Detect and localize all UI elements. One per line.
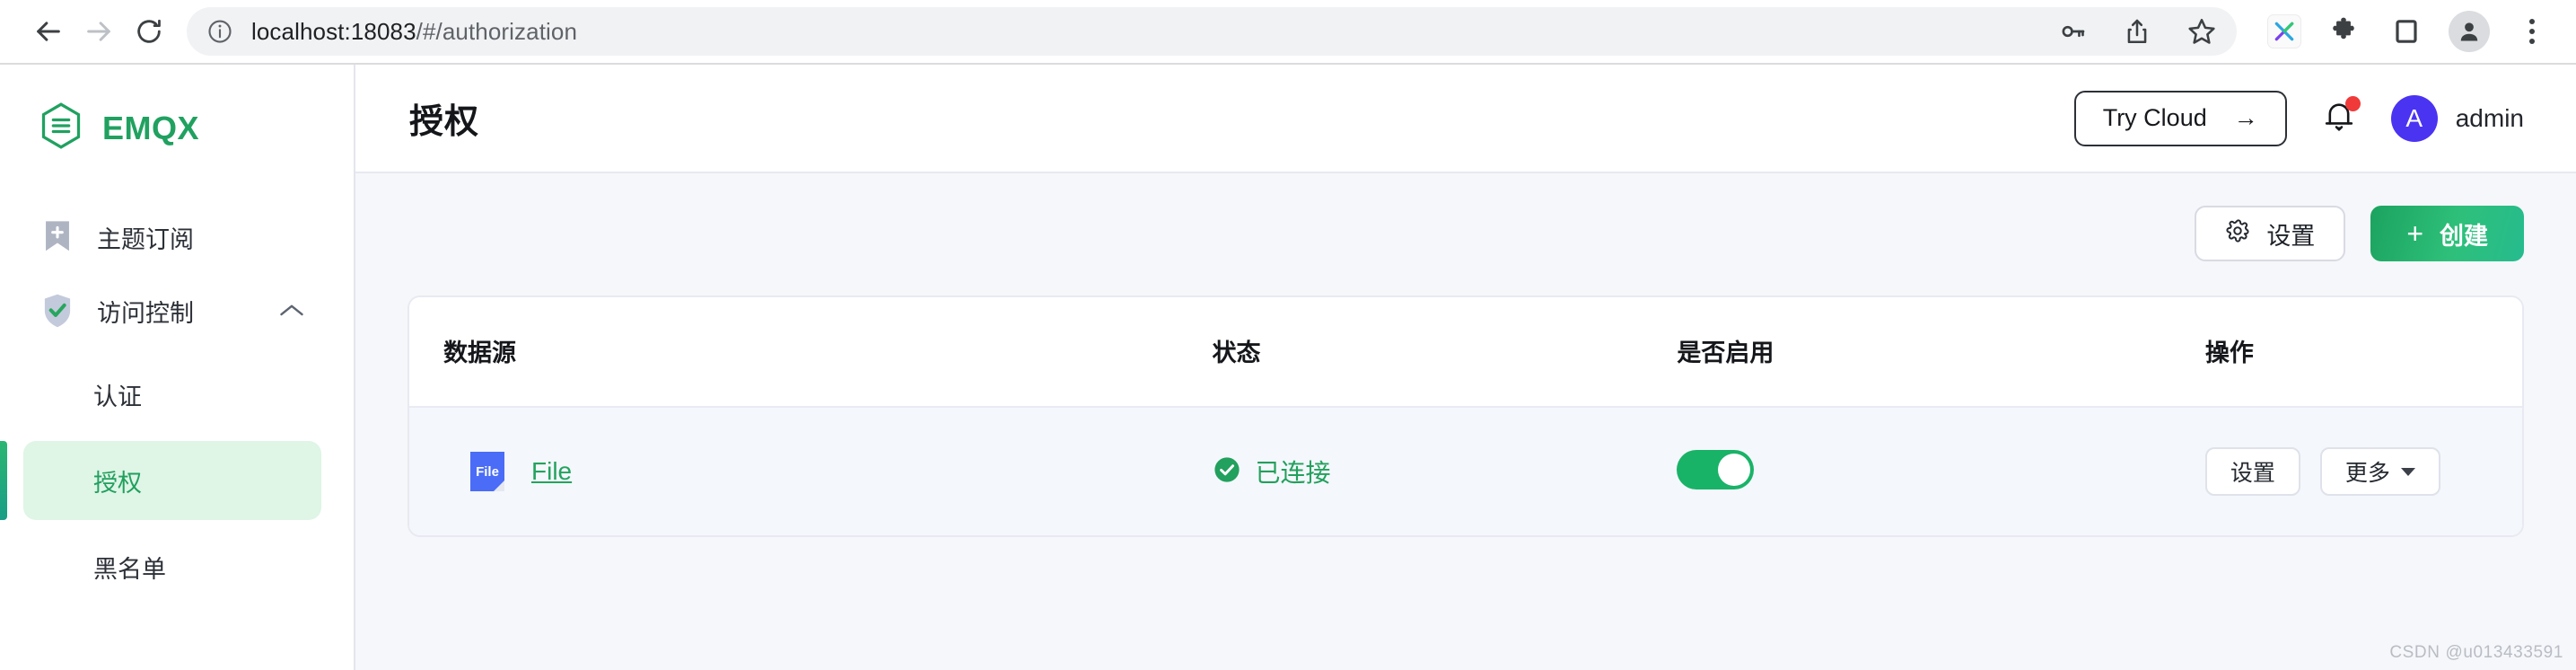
side-panel-icon[interactable]: [2386, 11, 2427, 52]
browser-extension-toolbar: [2267, 11, 2553, 52]
cell-enabled: [1677, 407, 2205, 535]
cell-datasource: File File: [409, 407, 1213, 535]
sidebar-item-topic-subscribe[interactable]: 主题订阅: [0, 200, 354, 274]
url-path: /#/authorization: [416, 17, 578, 45]
sidebar-item-label: 访问控制: [97, 299, 194, 327]
column-header-datasource: 数据源: [409, 297, 1213, 408]
row-settings-label: 设置: [2230, 461, 2275, 486]
url-text: localhost:18083/#/authorization: [251, 18, 2039, 46]
app-shell: EMQX 主题订阅 访问控制 认证 授权 黑名单 授权 Try Cloud → …: [0, 65, 2576, 670]
three-dot-menu-icon[interactable]: [2511, 11, 2553, 52]
plus-icon: +: [2406, 216, 2423, 250]
watermark: CSDN @u013433591: [2389, 643, 2563, 662]
back-button[interactable]: [23, 6, 74, 57]
user-menu[interactable]: A admin: [2390, 94, 2524, 142]
url-host: localhost:18083: [251, 17, 416, 45]
brand-name: EMQX: [102, 109, 200, 146]
sidebar-sub-label: 授权: [93, 469, 142, 497]
content-toolbar: 设置 + 创建: [407, 206, 2524, 261]
settings-button[interactable]: 设置: [2195, 206, 2346, 261]
header-actions: Try Cloud → A admin: [2073, 90, 2524, 146]
row-more-button[interactable]: 更多: [2319, 447, 2440, 496]
cell-actions: 设置 更多: [2204, 407, 2522, 535]
address-bar[interactable]: localhost:18083/#/authorization: [187, 7, 2237, 56]
reload-button[interactable]: [124, 6, 174, 57]
forward-arrow-icon: [83, 16, 114, 47]
toggle-knob: [1718, 453, 1751, 486]
brand-logo[interactable]: EMQX: [0, 72, 354, 184]
status-badge: 已连接: [1255, 459, 1331, 487]
browser-toolbar: localhost:18083/#/authorization: [0, 0, 2576, 65]
column-header-actions: 操作: [2204, 297, 2522, 408]
forward-button[interactable]: [74, 6, 124, 57]
share-icon[interactable]: [2116, 11, 2158, 52]
reload-icon: [135, 17, 163, 46]
sidebar-item-access-control[interactable]: 访问控制: [0, 274, 354, 348]
gear-icon: [2225, 218, 2250, 250]
authorization-table: 数据源 状态 是否启用 操作 File File 已连接 设置 更多: [409, 297, 2522, 535]
user-name: admin: [2455, 103, 2524, 132]
page-title: 授权: [409, 103, 480, 141]
sidebar-sub-label: 认证: [93, 383, 142, 410]
extension-x-icon[interactable]: [2267, 14, 2301, 48]
chevron-up-icon[interactable]: [278, 302, 305, 320]
settings-button-label: 设置: [2266, 222, 2316, 250]
column-header-status: 状态: [1212, 297, 1678, 408]
page-header: 授权 Try Cloud → A admin: [355, 65, 2576, 173]
bookmark-plus-icon: [39, 219, 75, 255]
star-bookmark-icon[interactable]: [2181, 11, 2222, 52]
notification-badge-dot: [2344, 95, 2361, 111]
datasource-link[interactable]: File: [531, 457, 572, 486]
chevron-down-icon: [2400, 467, 2415, 476]
row-settings-button[interactable]: 设置: [2204, 447, 2300, 496]
extensions-puzzle-icon[interactable]: [2323, 11, 2364, 52]
sidebar-item-authentication[interactable]: 认证: [23, 355, 321, 434]
check-circle-icon: [1213, 455, 1241, 489]
row-more-label: 更多: [2344, 461, 2390, 486]
create-button[interactable]: + 创建: [2370, 206, 2524, 261]
arrow-right-icon: →: [2233, 104, 2258, 131]
table-row: File File 已连接 设置 更多: [409, 407, 2522, 535]
sidebar-item-authorization[interactable]: 授权: [0, 441, 321, 520]
create-button-label: 创建: [2440, 222, 2488, 250]
password-key-icon[interactable]: [2052, 11, 2093, 52]
sidebar: EMQX 主题订阅 访问控制 认证 授权 黑名单: [0, 65, 355, 670]
authorization-table-card: 数据源 状态 是否启用 操作 File File 已连接 设置 更多: [407, 295, 2524, 537]
table-head: 数据源 状态 是否启用 操作: [409, 297, 2522, 408]
back-arrow-icon: [33, 16, 64, 47]
sidebar-nav: 主题订阅 访问控制 认证 授权 黑名单: [0, 200, 354, 606]
notifications-button[interactable]: [2319, 95, 2361, 141]
avatar: A: [2390, 94, 2438, 142]
try-cloud-button[interactable]: Try Cloud →: [2073, 90, 2287, 146]
emqx-hexagon-logo: [39, 102, 83, 154]
sidebar-sub-label: 黑名单: [93, 555, 166, 583]
sidebar-item-blacklist[interactable]: 黑名单: [23, 527, 321, 606]
main-area: 授权 Try Cloud → A admin 设置 + 创建 数据源 状态 是否…: [355, 65, 2576, 670]
enable-toggle[interactable]: [1677, 449, 1755, 489]
table-body: File File 已连接 设置 更多: [409, 407, 2522, 535]
file-icon-label: File: [476, 463, 499, 480]
column-header-enabled: 是否启用: [1677, 297, 2205, 408]
shield-check-icon: [39, 293, 75, 329]
file-document-icon: File: [470, 452, 504, 491]
cell-status: 已连接: [1212, 407, 1678, 535]
browser-profile-icon[interactable]: [2449, 11, 2490, 52]
sidebar-item-label: 主题订阅: [97, 225, 194, 253]
site-info-icon[interactable]: [206, 18, 233, 45]
table-header-row: 数据源 状态 是否启用 操作: [409, 297, 2522, 408]
page-content: 设置 + 创建 数据源 状态 是否启用 操作 File File 已连接 设置 …: [355, 173, 2576, 670]
try-cloud-label: Try Cloud: [2102, 104, 2207, 131]
